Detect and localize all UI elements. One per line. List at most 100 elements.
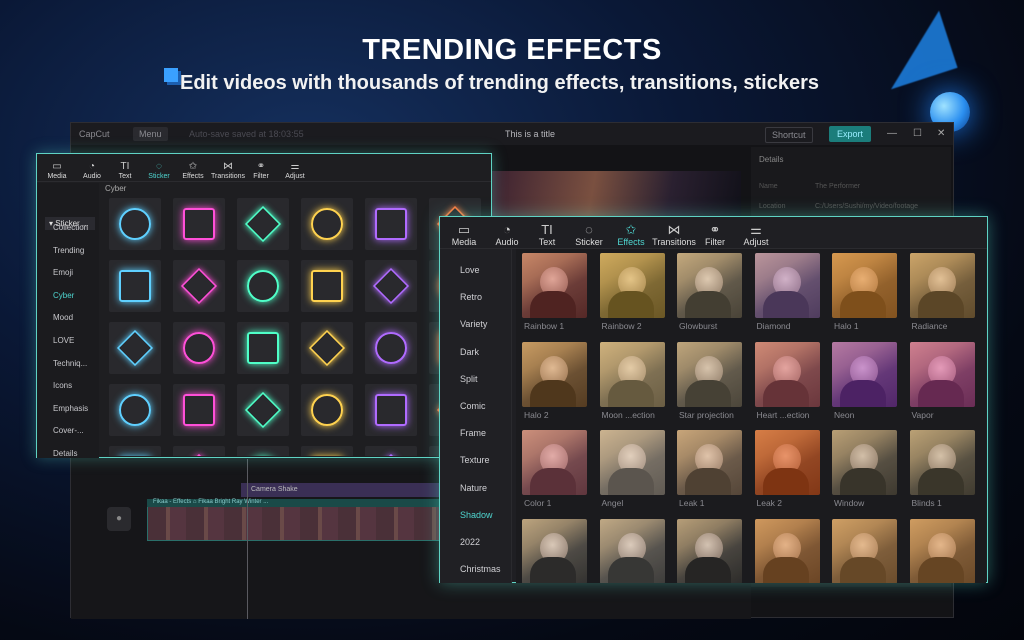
effect-thumbnail[interactable] — [754, 253, 820, 318]
minimize-icon[interactable]: — — [887, 128, 897, 139]
sticker-tile[interactable] — [237, 446, 289, 456]
effect-thumbnail[interactable] — [677, 518, 742, 583]
effect-thumbnail[interactable] — [754, 430, 820, 495]
effects-category-item[interactable]: Dark — [460, 347, 479, 357]
tool-text[interactable]: TI Text — [107, 154, 143, 182]
tool-text[interactable]: TI Text — [526, 217, 568, 249]
effect-thumbnail[interactable] — [832, 253, 897, 318]
effect-thumbnail[interactable] — [599, 430, 665, 495]
menu-button[interactable]: Menu — [133, 127, 168, 141]
tool-sticker[interactable]: ◌ Sticker — [568, 217, 610, 249]
effect-thumbnail[interactable] — [909, 253, 975, 318]
effect-thumbnail[interactable] — [522, 430, 587, 495]
effect-thumbnail[interactable] — [522, 253, 587, 318]
effect-thumbnail[interactable] — [909, 518, 975, 583]
shortcut-button[interactable]: Shortcut — [765, 127, 813, 143]
effect-thumbnail[interactable] — [677, 341, 742, 407]
sticker-category-item[interactable]: Techniq... — [53, 359, 87, 368]
effect-thumbnail[interactable] — [909, 341, 975, 407]
sticker-tile[interactable] — [237, 384, 289, 436]
effect-thumbnail[interactable] — [677, 430, 742, 495]
sticker-tile[interactable] — [237, 260, 289, 312]
close-icon[interactable]: ✕ — [937, 128, 945, 139]
effect-thumbnail[interactable] — [832, 341, 897, 407]
sticker-category-item[interactable]: Icons — [53, 381, 72, 390]
effects-category-item[interactable]: Retro — [460, 292, 482, 302]
effect-thumbnail[interactable] — [522, 518, 587, 583]
sticker-category-item[interactable]: Emoji — [53, 268, 73, 277]
sticker-tile[interactable] — [173, 322, 225, 374]
playhead[interactable] — [247, 459, 248, 619]
tool-effects[interactable]: ✩ Effects — [175, 154, 211, 182]
effect-thumbnail[interactable] — [909, 430, 975, 495]
effect-thumbnail[interactable] — [754, 518, 820, 583]
sticker-tile[interactable] — [301, 446, 353, 456]
effects-category-item[interactable]: Variety — [460, 319, 487, 329]
effect-overlay — [522, 253, 587, 318]
sticker-tile[interactable] — [109, 322, 161, 374]
sticker-category-item[interactable]: Cover-... — [53, 426, 84, 435]
tool-audio[interactable]: ◔ Audio — [488, 217, 526, 249]
sticker-category-item[interactable]: LOVE — [53, 336, 74, 345]
sticker-tile[interactable] — [173, 384, 225, 436]
sticker-category-item[interactable]: Cyber — [53, 291, 74, 300]
tool-effects[interactable]: ✩ Effects — [610, 217, 652, 249]
sticker-category-item[interactable]: Emphasis — [53, 404, 88, 413]
tool-transitions[interactable]: ⋈ Transitions — [211, 154, 245, 182]
effect-thumbnail[interactable] — [677, 253, 742, 318]
effect-thumbnail[interactable] — [522, 341, 587, 407]
sticker-tile[interactable] — [301, 322, 353, 374]
sticker-tile[interactable] — [365, 198, 417, 250]
sticker-tile[interactable] — [301, 260, 353, 312]
tool-filter[interactable]: ⚭ Filter — [696, 217, 734, 249]
effect-thumbnail[interactable] — [832, 430, 897, 495]
effect-thumbnail[interactable] — [599, 518, 665, 583]
tool-sticker[interactable]: ◌ Sticker — [143, 154, 175, 182]
effects-category-item[interactable]: Frame — [460, 428, 486, 438]
sticker-tile[interactable] — [173, 446, 225, 456]
effects-category-item[interactable]: Texture — [460, 455, 490, 465]
maximize-icon[interactable]: ☐ — [913, 128, 922, 139]
sticker-tile[interactable] — [365, 384, 417, 436]
sticker-category-item[interactable]: Mood — [53, 313, 73, 322]
sticker-tile[interactable] — [109, 446, 161, 456]
effect-thumbnail[interactable] — [599, 341, 665, 407]
sticker-tile[interactable] — [301, 384, 353, 436]
sticker-tile[interactable] — [301, 198, 353, 250]
tool-filter[interactable]: ⚭ Filter — [245, 154, 277, 182]
tool-audio[interactable]: ◔ Audio — [77, 154, 107, 182]
effects-category-item[interactable]: 2022 — [460, 537, 480, 547]
effects-category-item[interactable]: Love — [460, 265, 480, 275]
sticker-tile[interactable] — [173, 198, 225, 250]
sticker-tile[interactable] — [109, 260, 161, 312]
export-button[interactable]: Export — [829, 126, 872, 142]
effect-thumbnail[interactable] — [599, 253, 665, 318]
sticker-tile[interactable] — [365, 260, 417, 312]
tool-adjust[interactable]: ⚌ Adjust — [277, 154, 313, 182]
effects-category-item[interactable]: Comic — [460, 401, 486, 411]
sticker-tile[interactable] — [237, 198, 289, 250]
effect-label: Color 1 — [524, 498, 552, 508]
effect-track-clip[interactable]: Camera Shake — [241, 483, 471, 497]
effect-thumbnail[interactable] — [754, 341, 820, 407]
add-media-icon[interactable]: ● — [107, 507, 131, 531]
effects-category-item[interactable]: Shadow — [460, 510, 493, 520]
effects-category-item[interactable]: Nature — [460, 483, 487, 493]
effects-category-item[interactable]: Split — [460, 374, 478, 384]
tool-transitions[interactable]: ⋈ Transitions — [652, 217, 696, 249]
sticker-tile[interactable] — [365, 322, 417, 374]
sticker-tile[interactable] — [365, 446, 417, 456]
sticker-tile[interactable] — [109, 198, 161, 250]
sticker-tile[interactable] — [237, 322, 289, 374]
sticker-category-item[interactable]: Collection — [53, 223, 88, 232]
tool-media[interactable]: ▭ Media — [37, 154, 77, 182]
sticker-category-item[interactable]: Details — [53, 449, 77, 458]
effect-thumbnail[interactable] — [832, 518, 897, 583]
sticker-category-item[interactable]: Trending — [53, 246, 84, 255]
tool-media[interactable]: ▭ Media — [440, 217, 488, 249]
sticker-tile[interactable] — [109, 384, 161, 436]
effects-category-item[interactable]: Christmas — [460, 564, 501, 574]
tool-label: Adjust — [285, 173, 305, 180]
tool-adjust[interactable]: ⚌ Adjust — [734, 217, 778, 249]
sticker-tile[interactable] — [173, 260, 225, 312]
